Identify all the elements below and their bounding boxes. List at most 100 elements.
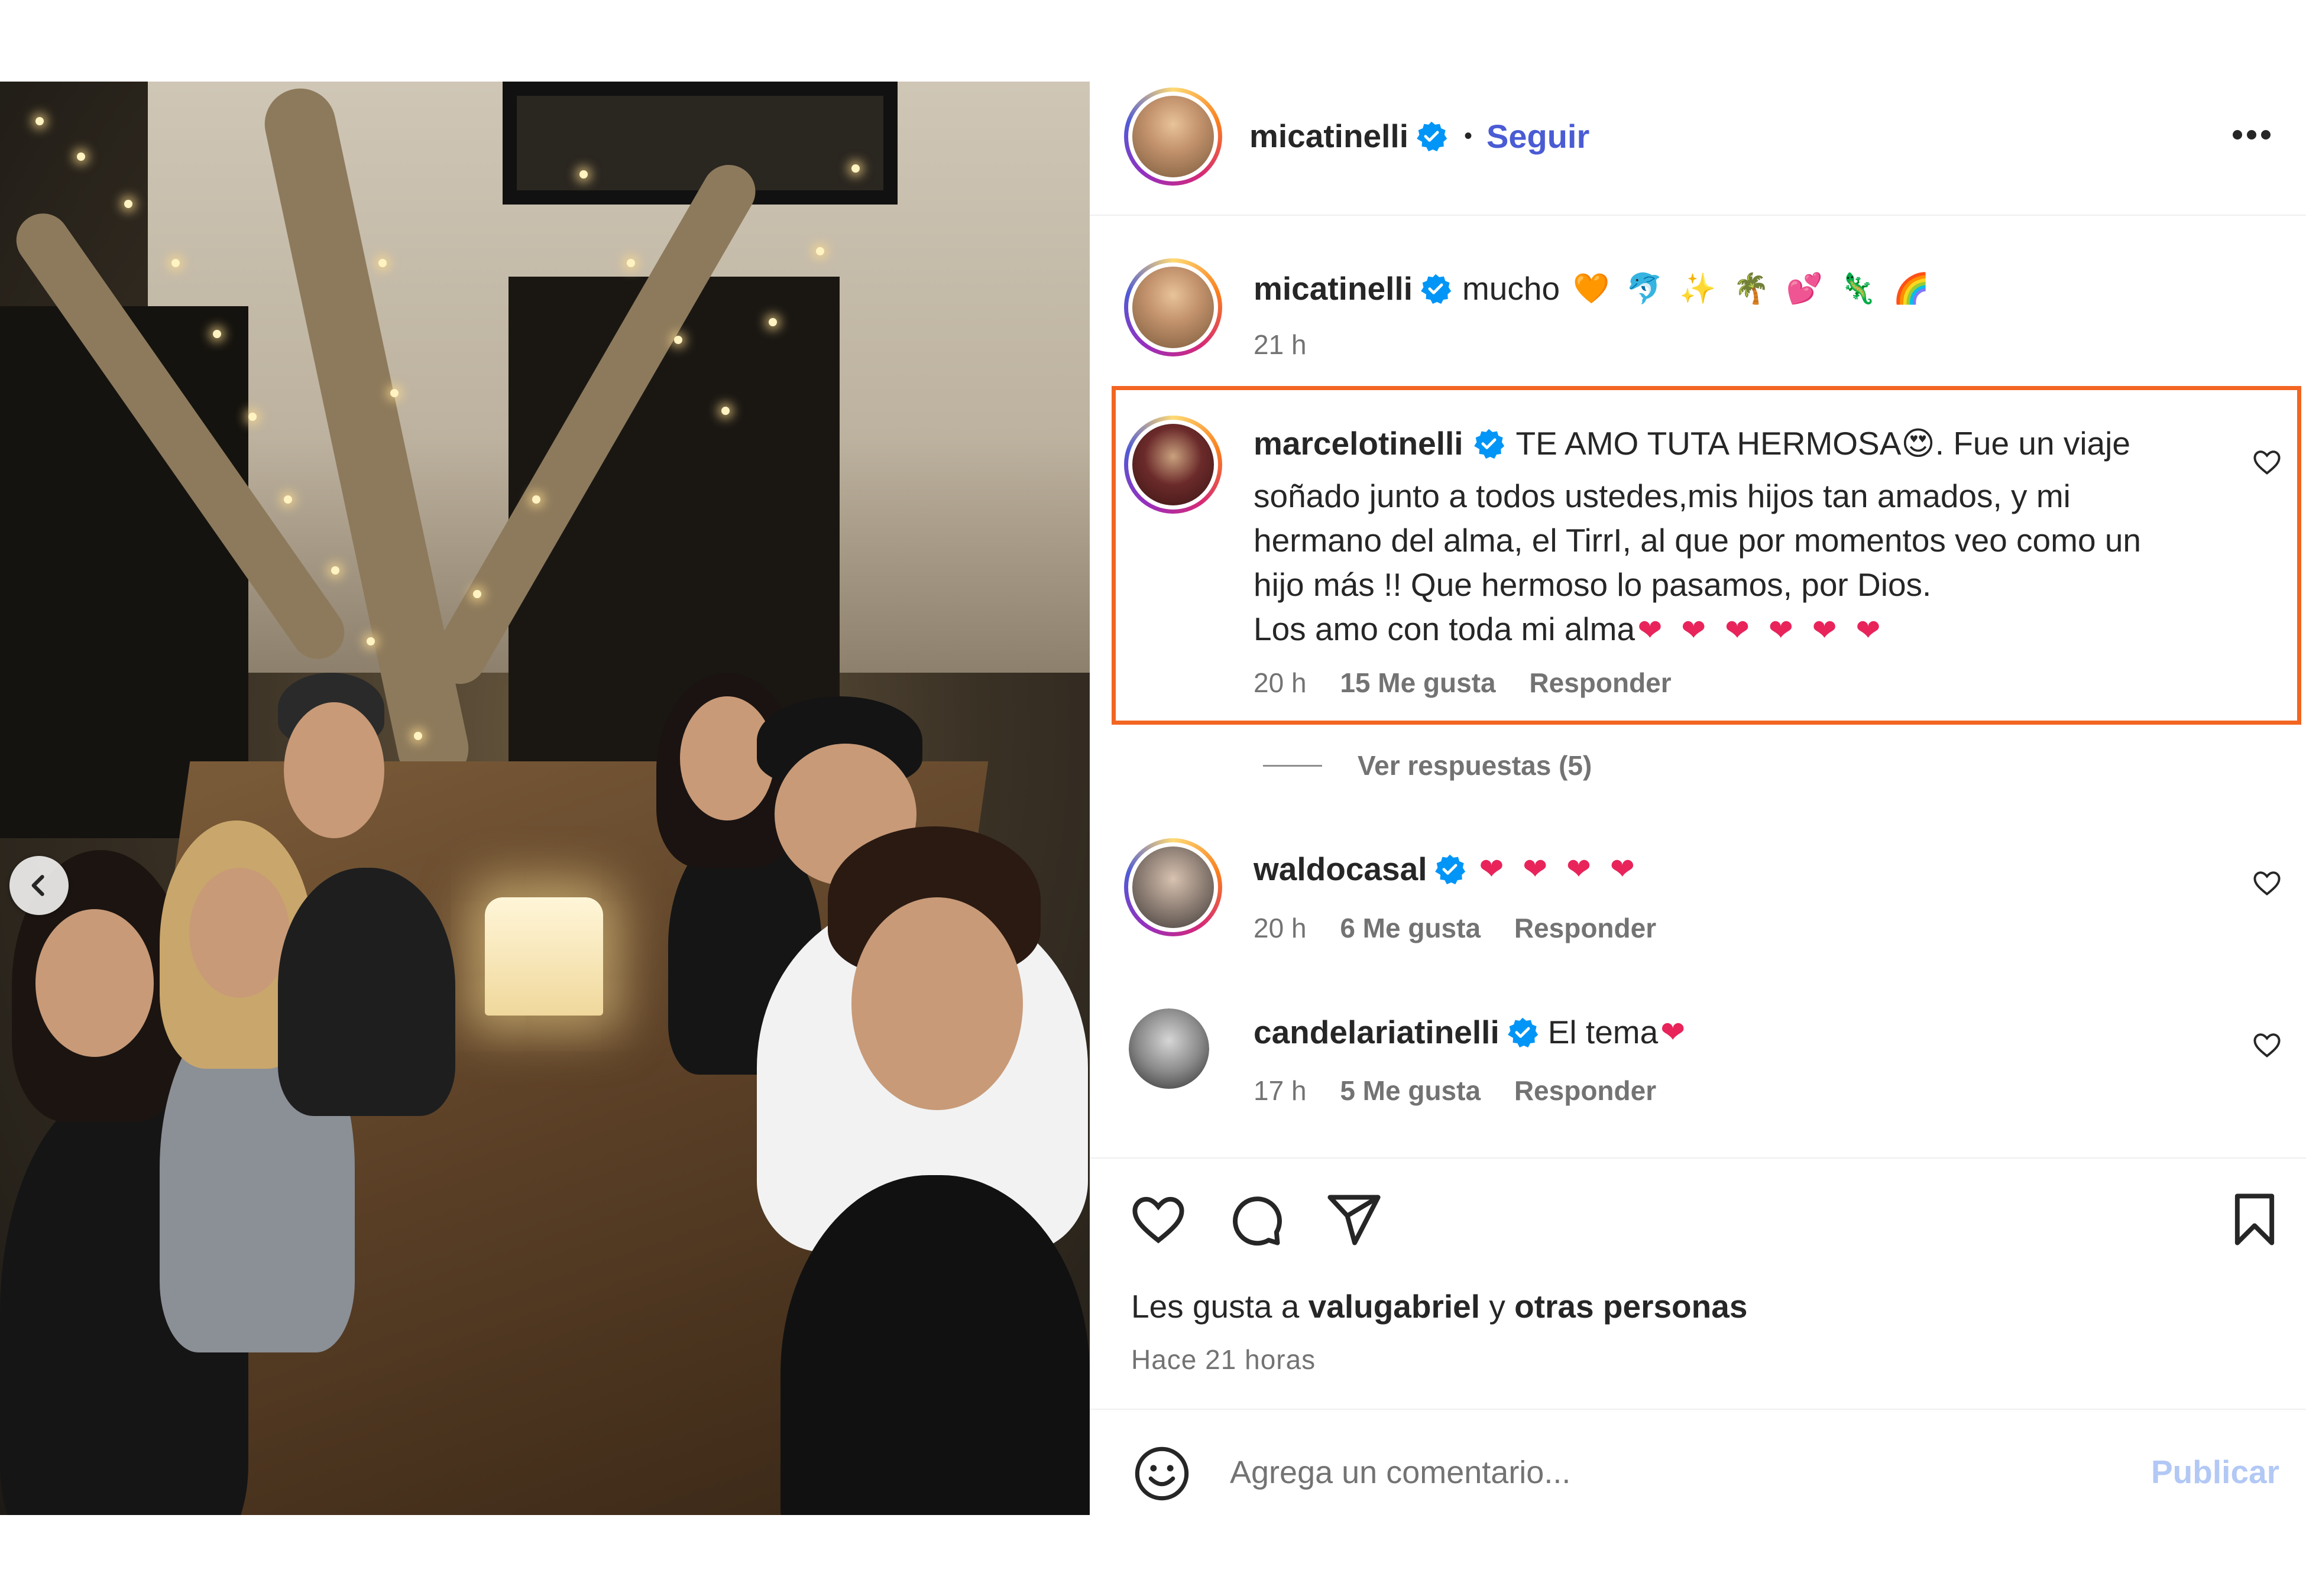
comment-username[interactable]: waldocasal: [1254, 850, 1427, 888]
caption-time: 21 h: [1254, 329, 1307, 360]
comment-reply-button[interactable]: Responder: [1514, 1075, 1656, 1106]
fairy-light: [627, 259, 635, 267]
likes-middle: y: [1489, 1288, 1505, 1325]
comment-like-icon[interactable]: [2252, 868, 2282, 898]
header-divider: [1090, 215, 2306, 216]
comment-time: 20 h: [1254, 667, 1307, 698]
fairy-light: [851, 164, 860, 173]
comment-text-line: TE AMO TUTA HERMOSA😍. Fue un viaje: [1515, 425, 2130, 462]
comment-text-line: hermano del alma, el TirrI, al que por m…: [1254, 522, 2142, 559]
comment-reply-button[interactable]: Responder: [1514, 913, 1656, 943]
follow-button[interactable]: Seguir: [1486, 117, 1589, 155]
photo-window: [503, 82, 898, 205]
verified-icon: [1435, 854, 1466, 885]
fairy-light: [248, 413, 257, 421]
caption-text: mucho: [1462, 270, 1560, 307]
photo-face: [35, 909, 154, 1057]
fairy-light: [213, 330, 221, 338]
comment-input[interactable]: Agrega un comentario...: [1230, 1454, 1570, 1491]
comment-username[interactable]: marcelotinelli: [1254, 425, 1463, 462]
likes-user-link[interactable]: valugabriel: [1309, 1288, 1480, 1325]
fairy-light: [331, 566, 339, 575]
composer-divider: [1090, 1409, 2306, 1410]
bookmark-icon[interactable]: [2225, 1190, 2284, 1249]
likes-others-link[interactable]: otras personas: [1514, 1288, 1747, 1325]
comment-meta: 17 h 5 Me gusta Responder: [1254, 1075, 1656, 1107]
comment-text-line: soñado junto a todos ustedes,mis hijos t…: [1254, 478, 2071, 514]
post-panel: micatinelli • Seguir micatinelli mucho 🧡…: [1090, 82, 2306, 1515]
actions-divider: [1090, 1157, 2306, 1159]
comment-like-icon[interactable]: [2252, 447, 2282, 478]
carousel-prev-button[interactable]: [9, 856, 69, 915]
fairy-light: [77, 153, 85, 161]
comment-text: El tema: [1547, 1014, 1659, 1050]
caption-emojis: 🧡 🐬 ✨ 🌴 💕 🦎 🌈: [1573, 271, 1933, 306]
comment-time: 20 h: [1254, 913, 1307, 943]
photo-table-lamp: [485, 897, 603, 1016]
more-icon: [2233, 130, 2271, 140]
photo-face: [189, 868, 290, 998]
header-user: micatinelli • Seguir: [1249, 112, 1589, 160]
caption-avatar[interactable]: [1124, 258, 1222, 356]
verified-icon: [1417, 121, 1447, 152]
emoji-icon[interactable]: [1132, 1444, 1191, 1503]
more-options-button[interactable]: [2225, 117, 2278, 153]
comment-reply-button[interactable]: Responder: [1529, 667, 1671, 698]
fairy-light: [532, 495, 540, 504]
fairy-light: [367, 637, 375, 645]
fairy-light: [769, 318, 777, 326]
fairy-light: [816, 247, 824, 255]
fairy-light: [35, 117, 44, 125]
verified-icon: [1421, 274, 1452, 304]
fairy-light: [390, 389, 399, 397]
share-icon[interactable]: [1324, 1190, 1383, 1249]
caption-line: micatinelli mucho 🧡 🐬 ✨ 🌴 💕 🦎 🌈: [1254, 265, 1933, 312]
post-photo[interactable]: [0, 82, 1090, 1515]
comment-username[interactable]: candelariatinelli: [1254, 1013, 1499, 1051]
likes-prefix: Les gusta a: [1131, 1288, 1300, 1325]
verified-icon: [1474, 429, 1505, 459]
publish-button[interactable]: Publicar: [2151, 1453, 2279, 1491]
replies-label: Ver respuestas (5): [1358, 750, 1592, 781]
comment-hearts: ❤ ❤ ❤ ❤: [1479, 852, 1640, 886]
like-icon[interactable]: [1129, 1190, 1188, 1249]
comment-body: candelariatinelli El tema ❤: [1254, 1008, 1685, 1056]
comment-text-line: hijo más !! Que hermoso lo pasamos, por …: [1254, 566, 1932, 603]
header-username[interactable]: micatinelli: [1249, 117, 1408, 155]
caption-username[interactable]: micatinelli: [1254, 270, 1413, 307]
comment-avatar[interactable]: [1124, 838, 1222, 936]
fairy-light: [674, 336, 682, 344]
comment-time: 17 h: [1254, 1075, 1307, 1106]
comment-likes[interactable]: 6 Me gusta: [1340, 913, 1481, 943]
fairy-light: [171, 259, 180, 267]
post-time: Hace 21 horas: [1131, 1344, 1316, 1375]
photo-face: [284, 702, 384, 838]
comment-meta: 20 h 15 Me gusta Responder: [1254, 667, 1672, 699]
fairy-light: [579, 170, 588, 179]
comment-like-icon[interactable]: [2252, 1030, 2282, 1060]
comment-hearts: ❤ ❤ ❤ ❤ ❤ ❤: [1637, 613, 1886, 647]
fairy-light: [414, 732, 422, 740]
verified-icon: [1507, 1017, 1538, 1048]
photo-person: [278, 868, 455, 1116]
fairy-light: [124, 200, 132, 208]
chevron-left-icon: [31, 875, 44, 896]
comment-avatar[interactable]: [1124, 416, 1222, 514]
comment-avatar[interactable]: [1129, 1008, 1209, 1089]
comment-body: waldocasal ❤ ❤ ❤ ❤: [1254, 845, 1640, 893]
fairy-light: [473, 590, 481, 598]
header-avatar[interactable]: [1124, 87, 1222, 186]
comment-likes[interactable]: 15 Me gusta: [1340, 667, 1495, 698]
comment-likes[interactable]: 5 Me gusta: [1340, 1075, 1481, 1106]
view-replies-button[interactable]: Ver respuestas (5): [1263, 750, 1592, 781]
comment-icon[interactable]: [1226, 1190, 1285, 1249]
fairy-light: [721, 407, 730, 415]
comment-text-line: Los amo con toda mi alma: [1254, 611, 1635, 647]
header-dot: •: [1463, 122, 1472, 149]
fairy-light: [284, 495, 292, 504]
likes-summary: Les gusta a valugabriel y otras personas: [1131, 1287, 1747, 1325]
replies-line: [1263, 764, 1322, 767]
comment-hearts: ❤: [1660, 1015, 1686, 1049]
photo-face: [851, 897, 1023, 1110]
fairy-light: [378, 259, 387, 267]
